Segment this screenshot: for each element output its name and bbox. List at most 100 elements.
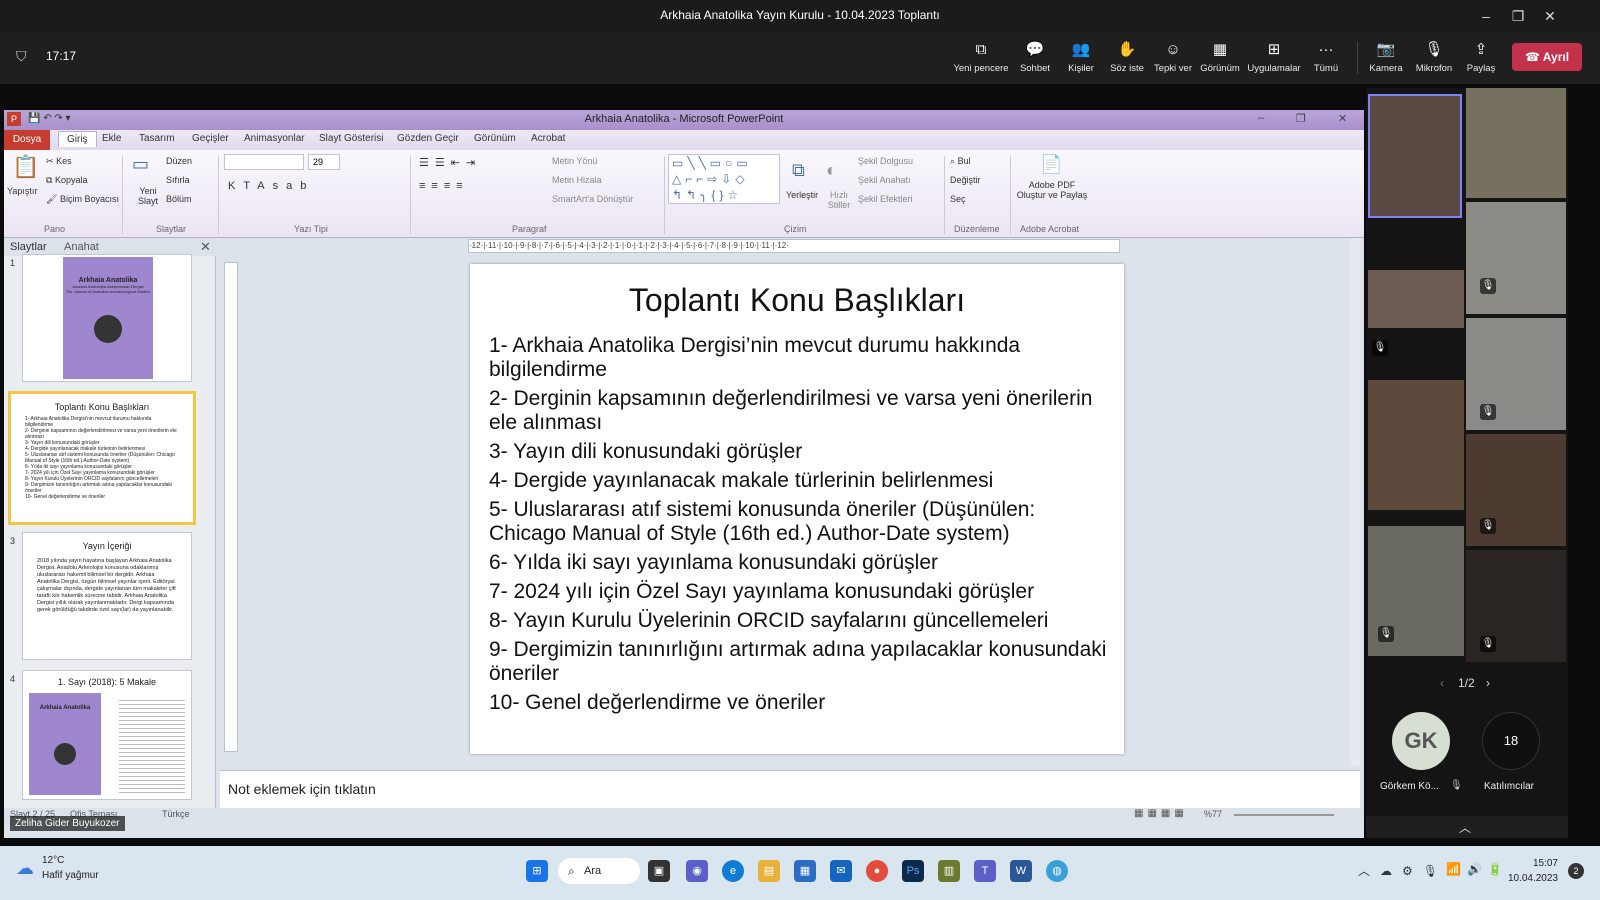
ppt-minimize-icon[interactable]: – xyxy=(1258,112,1264,124)
restore-icon[interactable]: ❐ xyxy=(1508,6,1528,26)
align-text-button[interactable]: Metin Hizala xyxy=(552,175,602,185)
tab-insert[interactable]: Ekle xyxy=(102,133,121,144)
more-button[interactable]: ··· Tümü xyxy=(1298,40,1354,74)
font-size-combo[interactable]: 29 xyxy=(308,154,340,170)
font-format-icons[interactable]: KTAsab xyxy=(228,180,314,192)
tab-slideshow[interactable]: Slayt Gösterisi xyxy=(319,133,383,144)
minimize-icon[interactable]: – xyxy=(1476,6,1496,26)
pager-next-icon[interactable]: › xyxy=(1486,676,1490,690)
app-globe-icon[interactable]: ◍ xyxy=(1046,860,1068,882)
tab-acrobat[interactable]: Acrobat xyxy=(531,133,565,144)
close-icon[interactable]: ✕ xyxy=(1540,6,1560,26)
mail-icon[interactable]: ✉ xyxy=(830,860,852,882)
new-slide-icon[interactable]: ▭ xyxy=(132,154,149,175)
tab-file[interactable]: Dosya xyxy=(4,130,50,150)
slide-title[interactable]: Toplantı Konu Başlıkları xyxy=(470,282,1124,319)
system-tray-icons[interactable]: ︿☁⚙🎙 xyxy=(1358,862,1448,879)
ppt-close-icon[interactable]: ✕ xyxy=(1338,112,1347,125)
photoshop-icon[interactable]: Ps xyxy=(902,860,924,882)
participant-video[interactable]: 🎙 xyxy=(1368,526,1464,656)
arrange-icon[interactable]: ⧉ xyxy=(792,160,805,181)
chevron-up-icon[interactable]: ︿ xyxy=(1459,819,1471,836)
panel-collapse-bar[interactable]: ︿ xyxy=(1366,816,1568,838)
clock-date[interactable]: 10.04.2023 xyxy=(1500,873,1558,884)
slide-thumbnail[interactable]: Arkhaia Anatolika Anadolu Arkeolojisi Ar… xyxy=(22,254,192,382)
find-button[interactable]: ⌕ Bul xyxy=(950,156,971,167)
new-window-button[interactable]: ⧉ Yeni pencere xyxy=(953,40,1009,74)
adobe-pdf-icon[interactable]: 📄 xyxy=(1040,154,1062,175)
paste-icon[interactable]: 📋 xyxy=(12,154,39,180)
paste-button[interactable]: Yapıştır xyxy=(7,186,37,196)
zoom-slider[interactable] xyxy=(1234,814,1334,816)
clock-time[interactable]: 15:07 xyxy=(1510,858,1558,869)
taskbar-search[interactable]: ⌕ Ara xyxy=(558,858,640,884)
pager-prev-icon[interactable]: ‹ xyxy=(1440,676,1444,690)
share-button[interactable]: ⇪ Paylaş xyxy=(1453,40,1509,74)
app-icon[interactable]: ▥ xyxy=(938,860,960,882)
notes-pane[interactable]: Not eklemek için tıklatın xyxy=(220,770,1360,808)
ppt-restore-icon[interactable]: ❐ xyxy=(1296,112,1306,125)
copy-button[interactable]: ⧉ Kopyala xyxy=(46,175,87,186)
teams-icon[interactable]: T xyxy=(974,860,996,882)
tab-design[interactable]: Tasarım xyxy=(139,133,175,144)
new-slide-button[interactable]: Yeni Slayt xyxy=(130,186,166,206)
store-icon[interactable]: ▦ xyxy=(794,860,816,882)
tab-home[interactable]: Giriş xyxy=(58,131,97,147)
tab-view[interactable]: Görünüm xyxy=(474,133,516,144)
align-icons[interactable]: ≡≡≡≡ xyxy=(419,180,469,192)
participant-video[interactable] xyxy=(1368,380,1464,510)
participant-video[interactable]: 🎙 xyxy=(1466,434,1566,546)
weather-icon[interactable]: ☁ xyxy=(16,858,34,879)
arrange-button[interactable]: Yerleştir xyxy=(786,190,818,200)
chat-icon[interactable]: ◉ xyxy=(686,860,708,882)
participant-video[interactable] xyxy=(1466,88,1566,198)
adobe-pdf-button[interactable]: Adobe PDF Oluştur ve Paylaş xyxy=(1014,180,1090,200)
chrome-icon[interactable]: ● xyxy=(866,860,888,882)
participant-video[interactable] xyxy=(1368,270,1464,328)
format-painter-button[interactable]: 🖌 Biçim Boyacısı xyxy=(46,194,119,205)
reset-button[interactable]: Sıfırla xyxy=(166,175,190,185)
pane-tab-outline[interactable]: Anahat xyxy=(64,241,99,253)
tab-animations[interactable]: Animasyonlar xyxy=(244,133,305,144)
replace-button[interactable]: Değiştir xyxy=(950,175,981,185)
shape-fill-button[interactable]: Şekil Dolgusu xyxy=(858,156,913,166)
editor-scrollbar[interactable] xyxy=(1350,238,1360,766)
edge-icon[interactable]: e xyxy=(722,860,744,882)
quick-styles-button[interactable]: Hızlı Stiller xyxy=(824,190,854,210)
list-icons[interactable]: ☰☰⇤⇥ xyxy=(419,156,481,169)
slide-thumbnail[interactable]: 1. Sayı (2018): 5 Makale Arkhaia Anatoli… xyxy=(22,670,192,800)
word-icon[interactable]: W xyxy=(1010,860,1032,882)
weather-temperature[interactable]: 12°C xyxy=(42,855,64,866)
leave-button[interactable]: ☎ Ayrıl xyxy=(1512,43,1582,71)
smartart-button[interactable]: SmartArt'a Dönüştür xyxy=(552,194,633,204)
shapes-gallery[interactable]: ▭╲╲▭○▭ △⌐⌐⇨⇩◇ ↰↰╮{}☆ xyxy=(668,154,780,204)
current-slide[interactable]: Toplantı Konu Başlıkları 1- Arkhaia Anat… xyxy=(470,264,1124,754)
select-button[interactable]: Seç xyxy=(950,194,966,204)
quick-styles-icon[interactable]: ◐ xyxy=(826,160,837,181)
participant-video[interactable]: 🎙 xyxy=(1466,318,1566,430)
task-view-icon[interactable]: ▣ xyxy=(648,860,670,882)
participant-video-speaker[interactable] xyxy=(1368,94,1462,218)
participant-video[interactable]: 🎙 xyxy=(1466,550,1566,662)
slide-thumbnail-selected[interactable]: Toplantı Konu Başlıkları 1- Arkhaia Anat… xyxy=(8,391,196,525)
shape-outline-button[interactable]: Şekil Anahatı xyxy=(858,175,911,185)
layout-button[interactable]: Düzen xyxy=(166,156,192,166)
start-icon[interactable]: ⊞ xyxy=(526,860,548,882)
participant-count-badge[interactable]: 18 xyxy=(1482,712,1540,770)
slide-thumbnail[interactable]: Yayın İçeriği 2018 yılında yayın hayatın… xyxy=(22,532,192,660)
pane-tab-slides[interactable]: Slaytlar xyxy=(10,241,47,253)
font-name-combo[interactable] xyxy=(224,154,304,170)
slide-body[interactable]: 1- Arkhaia Anatolika Dergisi’nin mevcut … xyxy=(489,334,1109,720)
view-mode-icons[interactable]: ▦▦▦▦ xyxy=(1134,808,1188,819)
participant-video[interactable]: 🎙 xyxy=(1466,202,1566,314)
cut-button[interactable]: ✂ Kes xyxy=(46,156,72,167)
apps-button[interactable]: ⊞ Uygulamalar xyxy=(1246,40,1302,74)
text-direction-button[interactable]: Metin Yönü xyxy=(552,156,597,166)
avatar[interactable]: GK xyxy=(1392,712,1450,770)
view-button[interactable]: ▦ Görünüm xyxy=(1192,40,1248,74)
pane-close-icon[interactable]: ✕ xyxy=(200,239,211,255)
tab-transitions[interactable]: Geçişler xyxy=(192,133,229,144)
shape-effects-button[interactable]: Şekil Efektleri xyxy=(858,194,913,204)
section-button[interactable]: Bölüm xyxy=(166,194,192,204)
file-explorer-icon[interactable]: ▤ xyxy=(758,860,780,882)
